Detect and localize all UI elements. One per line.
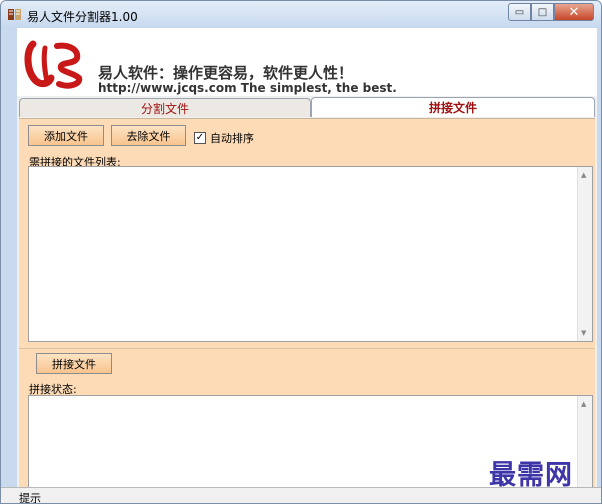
scroll-up-icon[interactable]: ▲ bbox=[581, 400, 586, 408]
banner-slogan: 易人软件：操作更容易，软件更人性！ bbox=[98, 64, 354, 82]
file-list-scrollbar[interactable]: ▲ ▼ bbox=[577, 167, 592, 341]
auto-sort-label[interactable]: 自动排序 bbox=[210, 130, 254, 146]
red-brush-logo-icon bbox=[24, 40, 83, 89]
add-file-button[interactable]: 添加文件 bbox=[28, 125, 104, 146]
remove-file-button[interactable]: 去除文件 bbox=[111, 125, 186, 146]
banner-url: http://www.jcqs.com The simplest, the be… bbox=[98, 81, 397, 95]
status-box-scrollbar[interactable]: ▲ bbox=[577, 396, 592, 490]
banner: 易人软件：操作更容易，软件更人性！ http://www.jcqs.com Th… bbox=[17, 28, 597, 96]
window-title: 易人文件分割器1.00 bbox=[27, 10, 138, 24]
file-list-box[interactable]: ▲ ▼ bbox=[28, 166, 593, 342]
app-icon bbox=[8, 9, 21, 20]
status-bar-text: 提示 bbox=[19, 492, 41, 504]
auto-sort-checkbox[interactable]: ✓ bbox=[194, 132, 206, 144]
scroll-down-icon[interactable]: ▼ bbox=[581, 329, 586, 337]
client-area: 易人软件：操作更容易，软件更人性！ http://www.jcqs.com Th… bbox=[17, 28, 597, 503]
tab-join-file[interactable]: 拼接文件 bbox=[311, 97, 595, 117]
join-panel: 添加文件 去除文件 ✓ 自动排序 需拼接的文件列表: ▲ ▼ 拼接文件 拼接状态… bbox=[19, 118, 595, 503]
title-bar[interactable]: 易人文件分割器1.00 ▭ □ ✕ bbox=[1, 1, 601, 28]
section-divider bbox=[19, 348, 595, 349]
maximize-button[interactable]: □ bbox=[531, 3, 554, 21]
tab-strip: 分割文件 拼接文件 bbox=[17, 97, 597, 118]
join-file-button[interactable]: 拼接文件 bbox=[36, 353, 112, 374]
app-window: 易人文件分割器1.00 ▭ □ ✕ 易人软件：操作更容易，软件更人性！ http… bbox=[0, 0, 602, 504]
tab-split-file[interactable]: 分割文件 bbox=[19, 98, 311, 117]
close-button[interactable]: ✕ bbox=[554, 3, 594, 21]
minimize-button[interactable]: ▭ bbox=[508, 3, 531, 21]
scroll-up-icon[interactable]: ▲ bbox=[581, 171, 586, 179]
watermark: 最需网 bbox=[489, 460, 573, 491]
